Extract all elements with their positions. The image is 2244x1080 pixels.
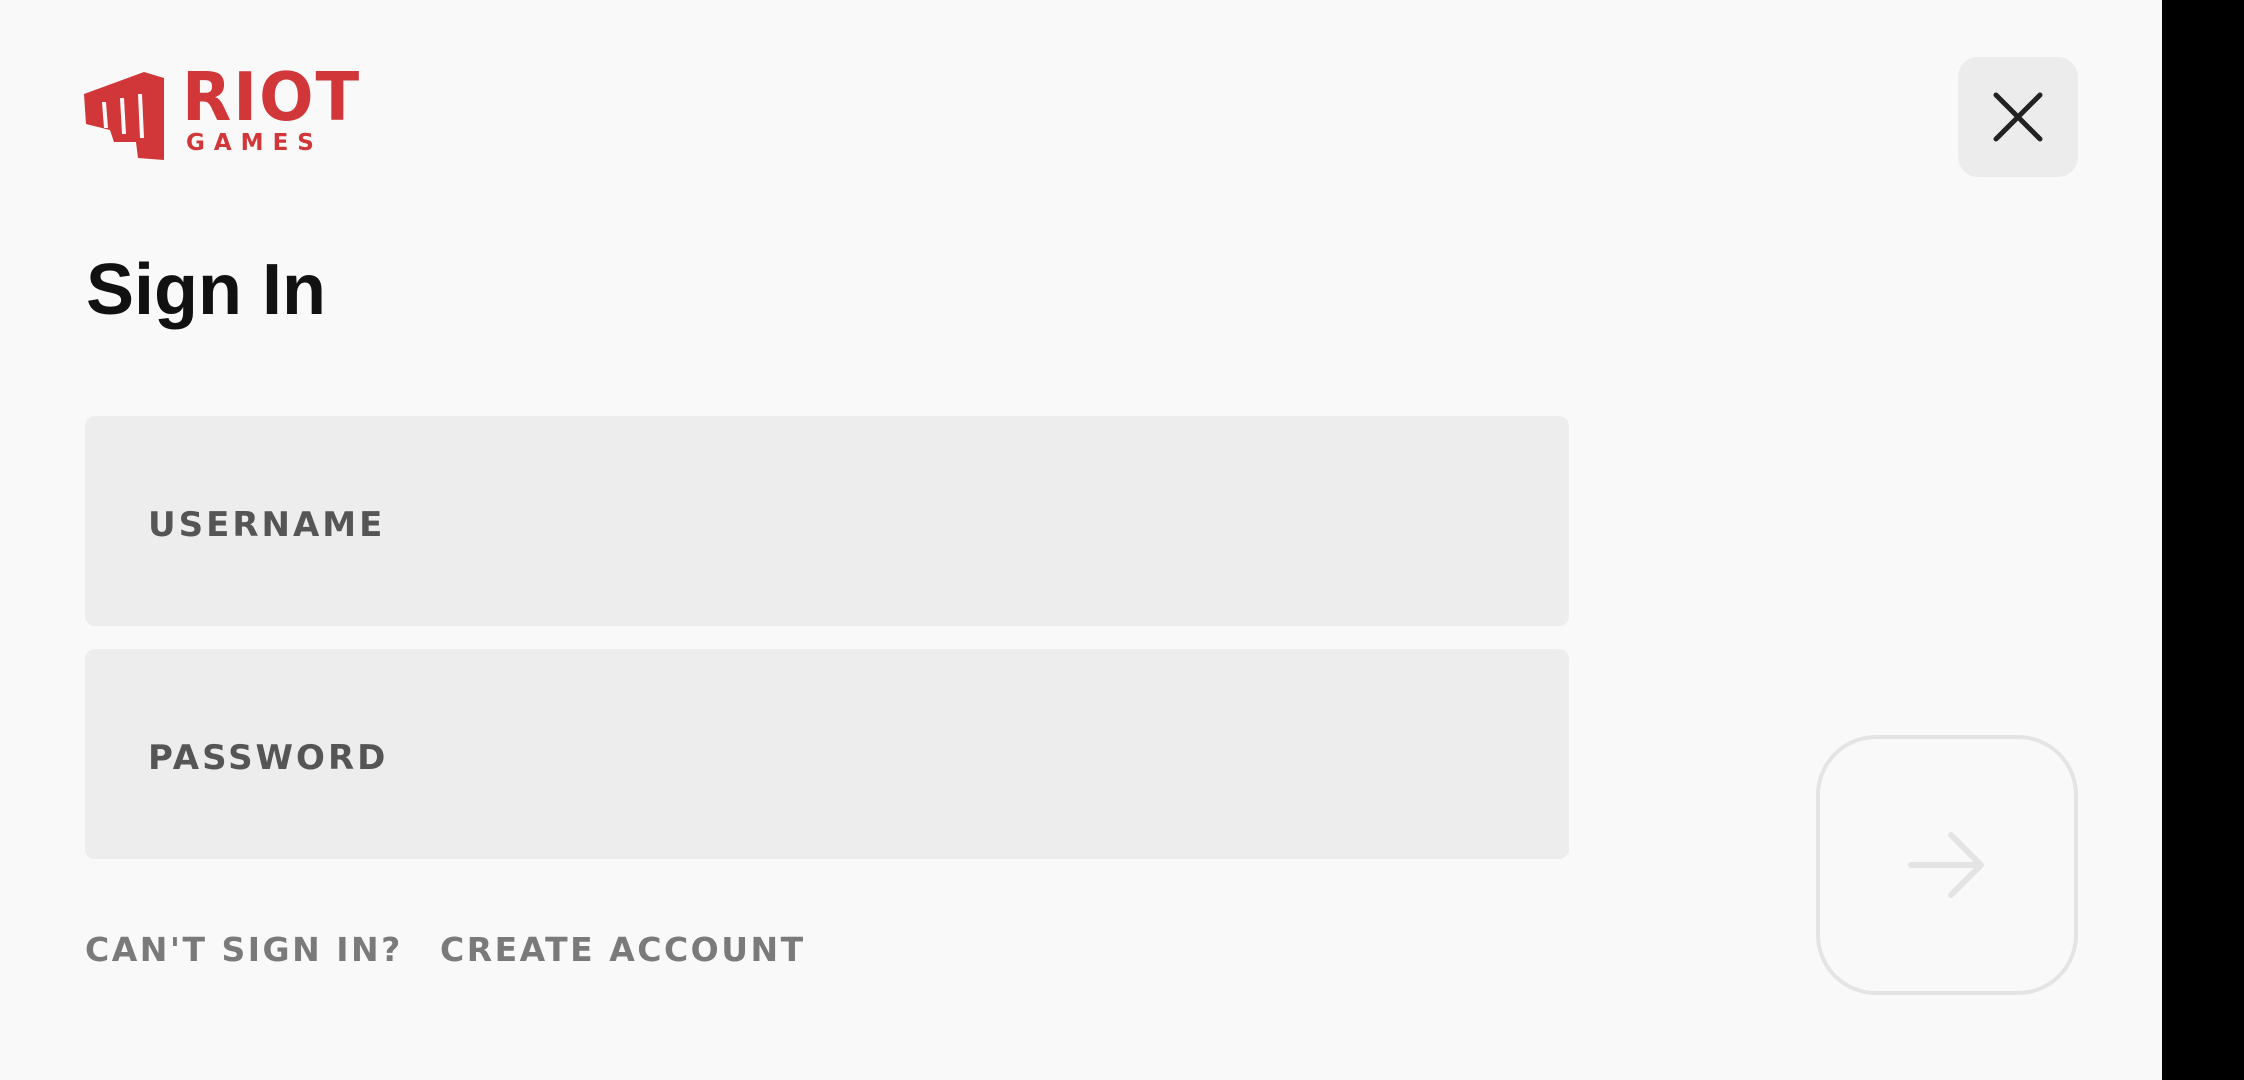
sign-in-screen: RIOT GAMES Sign In USERNAME PASSWORD CAN… [0,0,2162,1080]
page-title: Sign In [86,250,326,330]
riot-games-logo: RIOT GAMES [84,64,359,160]
system-side-bar [2162,0,2244,1080]
create-account-link[interactable]: CREATE ACCOUNT [440,930,806,970]
close-icon [1993,92,2043,142]
password-field[interactable]: PASSWORD [85,649,1569,859]
logo-riot-text: RIOT [182,59,362,137]
logo-games-text: GAMES [186,130,323,156]
arrow-right-icon [1908,832,1984,898]
close-button[interactable] [1958,57,2078,177]
cant-sign-in-link[interactable]: CAN'T SIGN IN? [85,930,403,970]
username-field[interactable]: USERNAME [85,416,1569,626]
submit-arrow-button[interactable] [1816,735,2078,995]
fist-logo-icon [84,72,164,160]
